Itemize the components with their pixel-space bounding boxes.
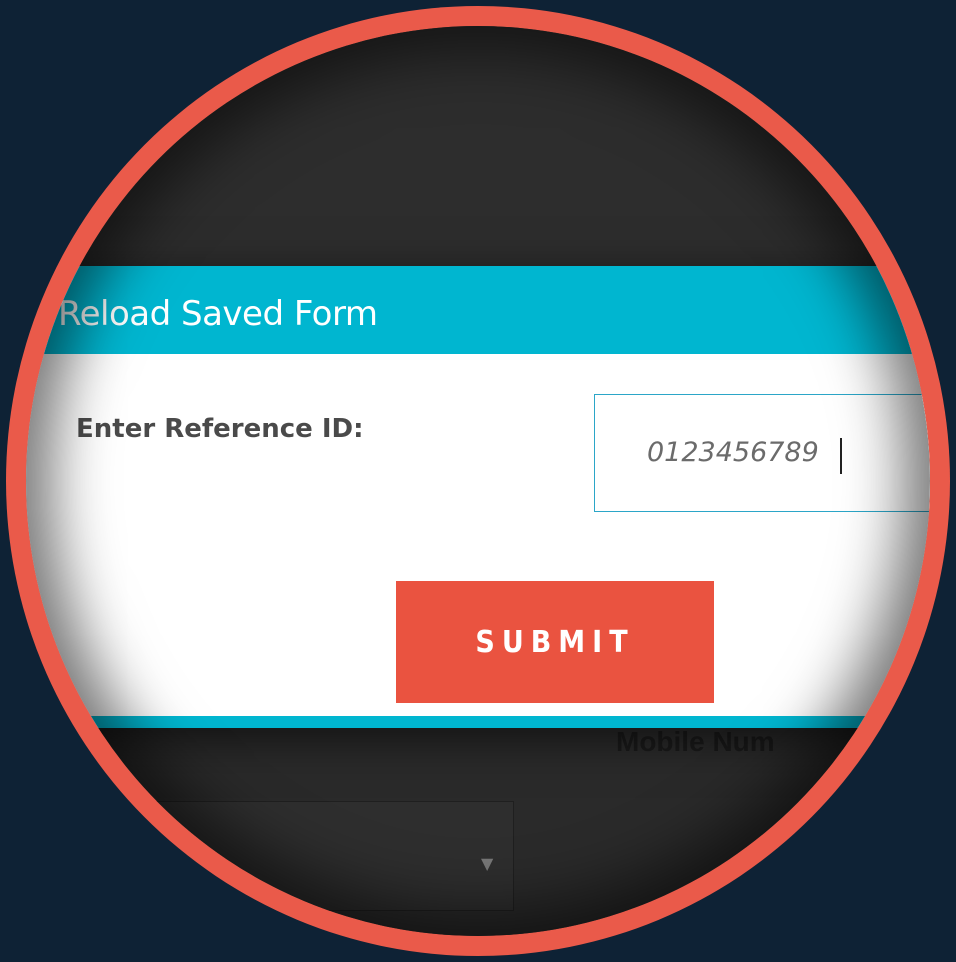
modal-header: Reload Saved Form <box>26 266 930 354</box>
chevron-down-icon: ▼ <box>481 854 494 873</box>
submit-button[interactable]: SUBMIT <box>396 581 714 703</box>
reload-form-modal: Reload Saved Form Enter Reference ID: SU… <box>26 266 930 728</box>
modal-title: Reload Saved Form <box>58 294 378 334</box>
reference-id-input[interactable] <box>594 394 930 512</box>
reference-id-label: Enter Reference ID: <box>76 414 364 444</box>
background-page-top <box>26 26 930 286</box>
text-cursor <box>840 438 842 474</box>
magnifier-lens: Mobile Num ▼ Reload Saved Form Enter Ref… <box>26 26 930 936</box>
background-field-label: Mobile Num <box>616 726 775 757</box>
background-select[interactable] <box>26 801 514 911</box>
modal-footer-bar <box>26 716 930 728</box>
